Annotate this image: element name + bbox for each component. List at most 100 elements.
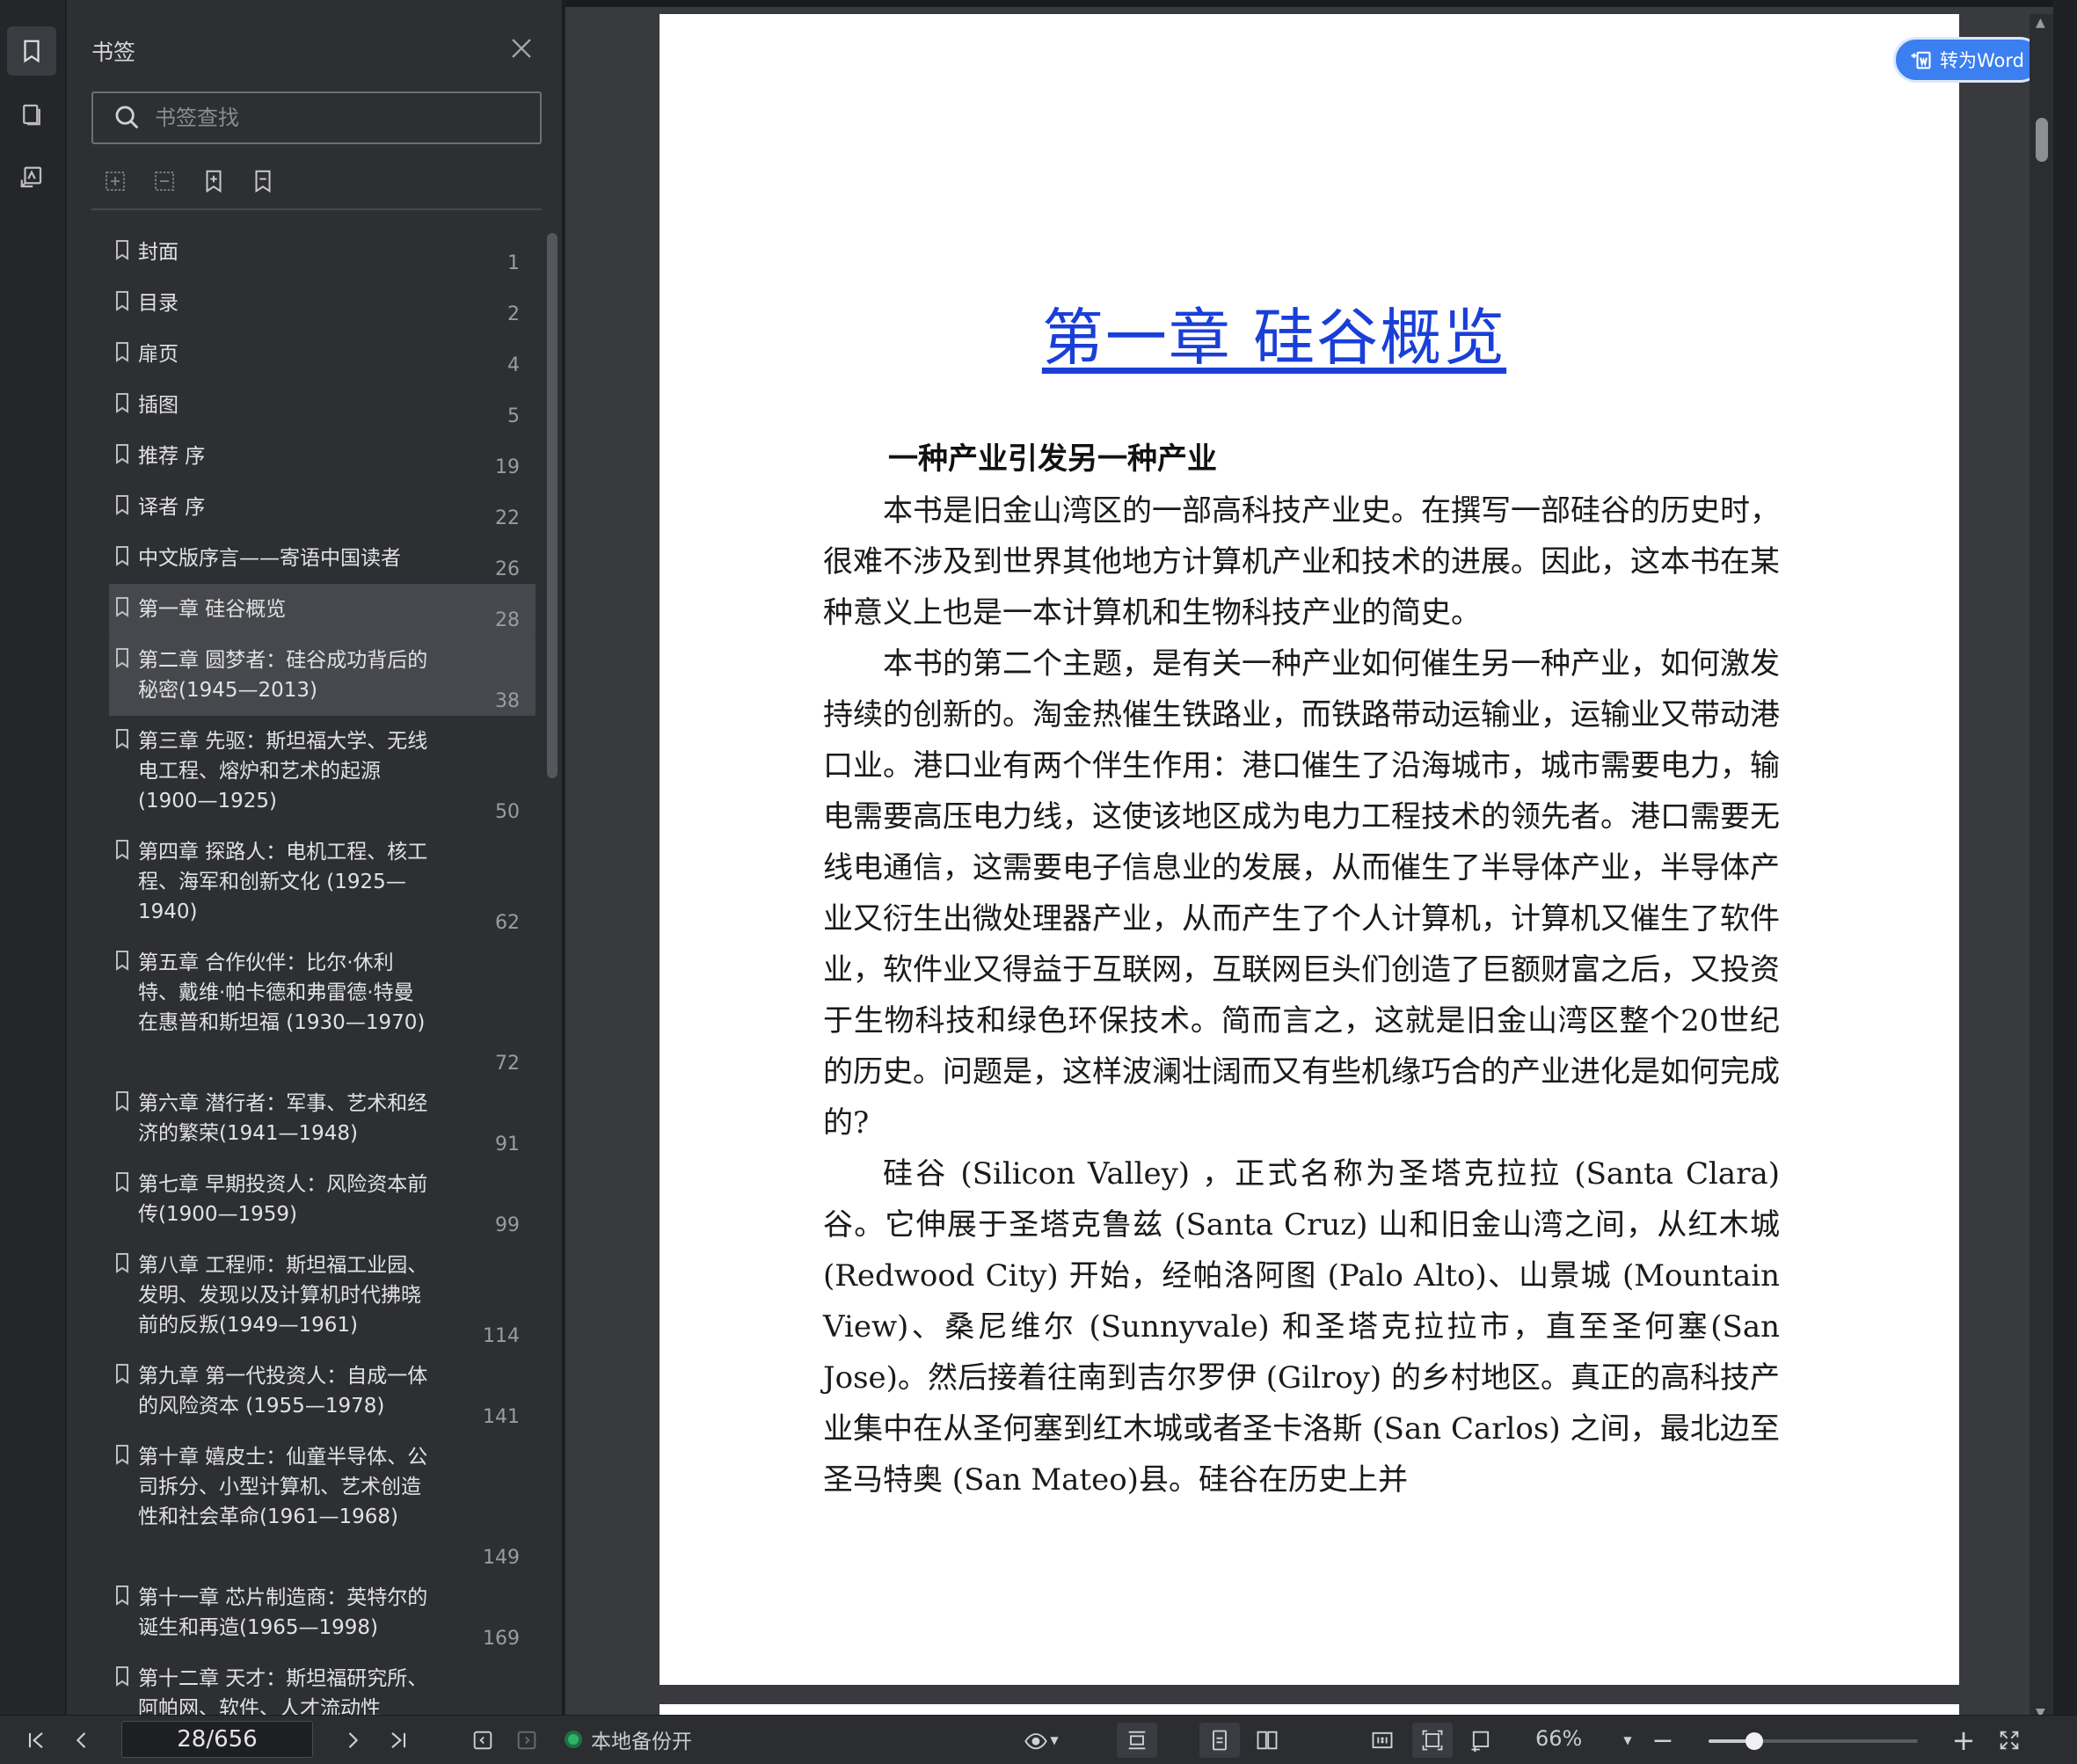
rotate-icon: [1471, 1731, 1490, 1753]
first-page-icon: [28, 1732, 43, 1748]
bookmark-toolbar: [102, 167, 276, 202]
thumbnail-tab-button[interactable]: [7, 90, 56, 139]
bookmark-item[interactable]: 插图 5: [109, 380, 536, 431]
bookmark-icon: [116, 393, 128, 413]
bookmark-page-number: 1: [507, 252, 520, 274]
bookmark-item[interactable]: 第九章 第一代投资人：自成一体的风险资本 (1955—1978) 141: [109, 1351, 536, 1432]
fit-page-icon: [1422, 1730, 1443, 1751]
continuous-view-button[interactable]: [1117, 1723, 1157, 1758]
back-button[interactable]: [468, 1723, 498, 1758]
rotate-button[interactable]: [1463, 1723, 1498, 1758]
status-bar: 本地备份开 ▼ 66% ▼ − +: [0, 1715, 2077, 1764]
bookmark-icon: [116, 729, 128, 749]
forward-icon: [517, 1731, 536, 1750]
zoom-out-icon[interactable]: −: [1648, 1723, 1678, 1758]
bookmark-icon: [116, 1666, 128, 1687]
body-text: 本书是旧金山湾区的一部高科技产业史。在撰写一部硅谷的历史时，很难不涉及到世界其他…: [823, 485, 1780, 1505]
toolbar-divider: [91, 208, 542, 210]
bookmark-item[interactable]: 推荐 序 19: [109, 431, 536, 482]
scroll-up-icon[interactable]: ▲: [2036, 16, 2045, 30]
bookmark-item[interactable]: 第一章 硅谷概览 28: [109, 584, 536, 635]
next-page-button[interactable]: [338, 1723, 368, 1758]
bookmark-page-number: 26: [495, 558, 520, 580]
last-page-button[interactable]: [383, 1723, 413, 1758]
document-scrollbar[interactable]: ▲ ▼: [2030, 14, 2053, 1722]
add-bookmark-icon[interactable]: [200, 167, 227, 195]
bookmark-item[interactable]: 第十一章 芯片制造商：英特尔的诞生和再造(1965—1998) 169: [109, 1572, 536, 1653]
document-page: 第一章 硅谷概览 一种产业引发另一种产业 本书是旧金山湾区的一部高科技产业史。在…: [660, 14, 1959, 1685]
bookmark-page-number: 2: [507, 303, 520, 325]
bookmark-label: 第十二章 天才：斯坦福研究所、阿帕网、软件、人才流动性: [138, 1667, 428, 1715]
bookmark-item[interactable]: 第十章 嬉皮士：仙童半导体、公司拆分、小型计算机、艺术创造性和社会革命(1961…: [109, 1432, 536, 1572]
local-backup-toggle[interactable]: 本地备份开: [565, 1724, 692, 1754]
first-page-button[interactable]: [21, 1723, 51, 1758]
zoom-slider[interactable]: [1709, 1732, 1918, 1750]
fullscreen-button[interactable]: [1994, 1723, 2024, 1758]
annotation-tab-button[interactable]: [7, 153, 56, 202]
bookmark-page-number: 50: [495, 801, 520, 823]
bookmark-label: 中文版序言——寄语中国读者: [138, 547, 401, 570]
bookmark-panel: 书签 封面 1 目录 2 扉页 4 插图 5 推荐 序 19 译者 序 22 中文版序言——寄语中国读者…: [67, 0, 564, 1715]
delete-bookmark-icon[interactable]: [250, 167, 276, 195]
convert-to-word-button[interactable]: 转为Word: [1893, 37, 2043, 83]
bookmark-item[interactable]: 第七章 早期投资人：风险资本前传(1900—1959) 99: [109, 1159, 536, 1240]
bookmark-search-input[interactable]: [155, 106, 506, 130]
bookmark-page-number: 62: [495, 912, 520, 934]
bookmark-icon: [116, 1253, 128, 1273]
paragraph: 本书的第二个主题，是有关一种产业如何催生另一种产业，如何激发持续的创新的。淘金热…: [823, 646, 1780, 1141]
bookmark-item[interactable]: 第六章 潜行者：军事、艺术和经济的繁荣(1941—1948) 91: [109, 1078, 536, 1159]
bookmark-page-number: 4: [507, 354, 520, 376]
zoom-slider-knob[interactable]: [1745, 1732, 1764, 1750]
bookmark-icon: [116, 546, 128, 566]
bookmark-search: [91, 91, 542, 144]
bookmark-label: 第十章 嬉皮士：仙童半导体、公司拆分、小型计算机、艺术创造性和社会革命(1961…: [138, 1446, 428, 1528]
zoom-dropdown-chevron-down-icon[interactable]: ▼: [1614, 1723, 1641, 1758]
page-number-input[interactable]: [121, 1721, 313, 1758]
zoom-level[interactable]: 66%: [1535, 1726, 1582, 1751]
collapse-all-icon[interactable]: [151, 167, 178, 195]
bookmark-item[interactable]: 中文版序言——寄语中国读者 26: [109, 533, 536, 584]
paragraph: 硅谷 (Silicon Valley) ，正式名称为圣塔克拉拉 (Santa C…: [823, 1156, 1780, 1498]
bookmark-item[interactable]: 扉页 4: [109, 329, 536, 380]
bookmark-label: 扉页: [138, 343, 179, 366]
zoom-in-icon[interactable]: +: [1949, 1723, 1979, 1758]
annotation-icon: [20, 166, 42, 188]
bookmark-item[interactable]: 第八章 工程师：斯坦福工业园、发明、发现以及计算机时代拂晓前的反叛(1949—1…: [109, 1240, 536, 1351]
panel-scrollbar[interactable]: [547, 233, 558, 778]
scrollbar-thumb[interactable]: [2036, 118, 2048, 162]
forward-button[interactable]: [512, 1723, 542, 1758]
eye-protection-button[interactable]: ▼: [1017, 1723, 1066, 1758]
back-icon: [473, 1731, 492, 1750]
bookmark-item[interactable]: 第三章 先驱：斯坦福大学、无线电工程、熔炉和艺术的起源 (1900—1925) 5…: [109, 716, 536, 827]
bookmark-page-number: 28: [495, 609, 520, 631]
bookmark-page-number: 91: [495, 1133, 520, 1155]
bookmark-item[interactable]: 目录 2: [109, 278, 536, 329]
chapter-title[interactable]: 第一章 硅谷概览: [660, 288, 1889, 377]
section-heading: 一种产业引发另一种产业: [888, 441, 1217, 477]
bookmark-label: 译者 序: [138, 496, 206, 519]
bookmark-item[interactable]: 第五章 合作伙伴：比尔·休利特、戴维·帕卡德和弗雷德·特曼在惠普和斯坦福 (19…: [109, 937, 536, 1078]
bookmark-label: 第四章 探路人：电机工程、核工程、海军和创新文化 (1925—1940): [138, 841, 428, 923]
bookmark-item[interactable]: 译者 序 22: [109, 482, 536, 533]
two-page-button[interactable]: [1247, 1723, 1287, 1758]
fit-page-button[interactable]: [1412, 1723, 1453, 1758]
close-icon[interactable]: [506, 33, 536, 63]
expand-all-icon[interactable]: [102, 167, 128, 195]
bookmark-icon: [116, 495, 128, 515]
bookmark-page-number: 141: [483, 1406, 520, 1428]
bookmark-item[interactable]: 第二章 圆梦者：硅谷成功背后的秘密(1945—2013) 38: [109, 635, 536, 716]
single-page-button[interactable]: [1199, 1723, 1240, 1758]
bookmark-item[interactable]: 第四章 探路人：电机工程、核工程、海军和创新文化 (1925—1940) 62: [109, 827, 536, 937]
pdf-reader-window: 书签 封面 1 目录 2 扉页 4 插图 5 推荐 序 19 译者 序 22 中文版序言——寄语中国读者…: [0, 0, 2077, 1764]
paragraph: 本书是旧金山湾区的一部高科技产业史。在撰写一部硅谷的历史时，很难不涉及到世界其他…: [823, 493, 1780, 631]
bookmark-page-number: 5: [507, 405, 520, 427]
bookmark-icon: [116, 597, 128, 617]
chevron-down-icon: ▼: [1050, 1734, 1059, 1746]
bookmark-tab-button[interactable]: [7, 26, 56, 76]
previous-page-button[interactable]: [67, 1723, 97, 1758]
bookmark-page-number: 169: [483, 1628, 520, 1650]
bookmark-item[interactable]: 第十二章 天才：斯坦福研究所、阿帕网、软件、人才流动性: [109, 1653, 536, 1715]
bookmark-item[interactable]: 封面 1: [109, 227, 536, 278]
pages-icon: [23, 104, 40, 126]
actual-size-button[interactable]: [1365, 1723, 1400, 1758]
